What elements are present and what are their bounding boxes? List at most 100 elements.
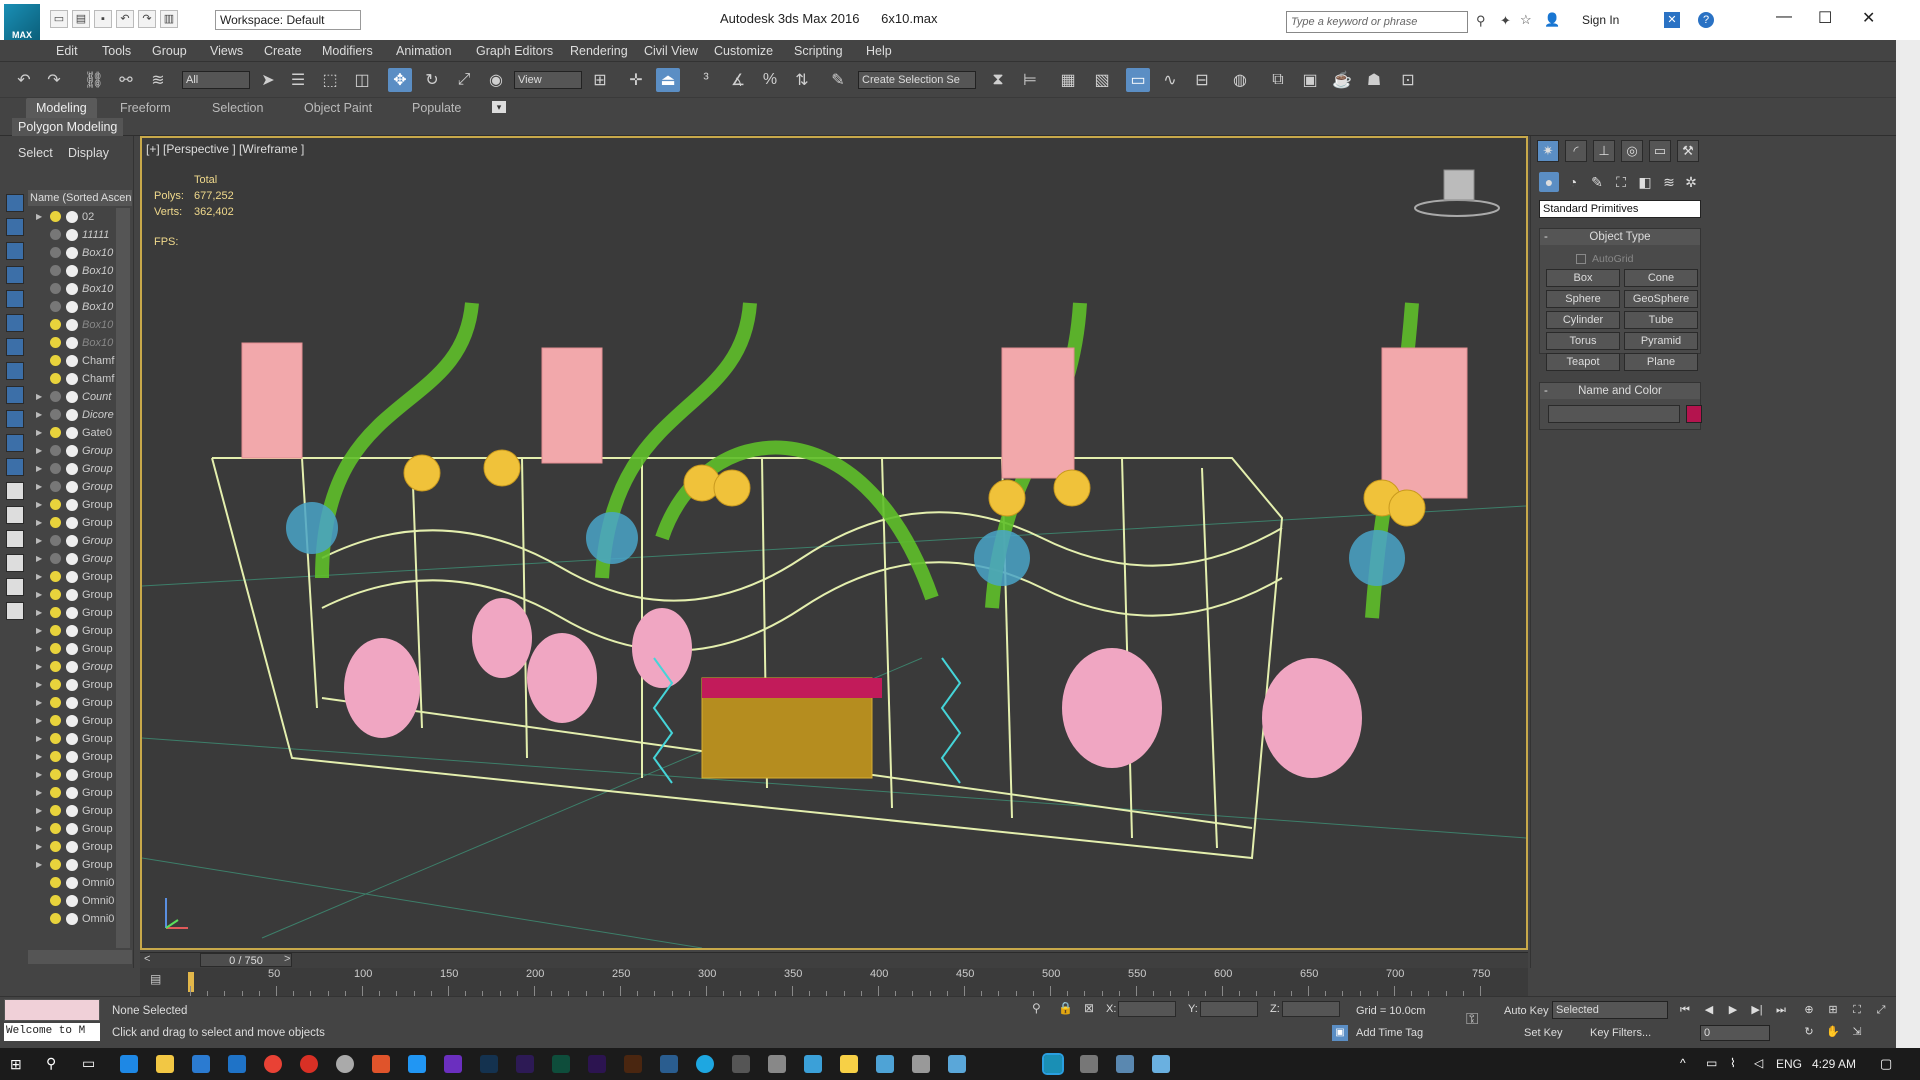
visibility-bulb-icon[interactable] xyxy=(50,553,61,564)
save-icon[interactable]: ▪ xyxy=(94,10,112,28)
expand-arrow-icon[interactable]: ▶ xyxy=(36,478,42,496)
window-crossing-icon[interactable]: ◫ xyxy=(350,68,374,92)
redo-icon[interactable]: ↷ xyxy=(138,10,156,28)
visibility-bulb-icon[interactable] xyxy=(50,247,61,258)
filter-cameras-icon[interactable] xyxy=(6,266,24,284)
scene-list-item[interactable]: ▶ Group xyxy=(28,730,116,748)
select-by-name-icon[interactable]: ☰ xyxy=(286,68,310,92)
brave-icon[interactable] xyxy=(372,1055,390,1073)
visibility-bulb-icon[interactable] xyxy=(50,355,61,366)
object-type-title[interactable]: - Object Type xyxy=(1540,229,1700,245)
layer-explorer-icon[interactable]: ▦ xyxy=(1056,68,1080,92)
visibility-bulb-icon[interactable] xyxy=(50,715,61,726)
close-icon[interactable]: ✕ xyxy=(1862,8,1875,28)
pivot-center-icon[interactable]: ⊞ xyxy=(588,68,612,92)
snap-toggle-icon[interactable]: ³ xyxy=(694,68,718,92)
scene-list-item[interactable]: ▶ Group xyxy=(28,622,116,640)
tab-selection[interactable]: Selection xyxy=(202,98,273,118)
expand-arrow-icon[interactable]: ▶ xyxy=(36,406,42,424)
scene-list-item[interactable]: ▶ Group xyxy=(28,496,116,514)
filter-bones-icon[interactable] xyxy=(6,386,24,404)
helpers-icon[interactable]: ◧ xyxy=(1635,172,1655,192)
key-mode-dropdown[interactable]: Selected xyxy=(1552,1001,1668,1019)
scene-list-item[interactable]: ▶ Group xyxy=(28,442,116,460)
pan-icon[interactable]: ✋ xyxy=(1824,1025,1842,1039)
filter-geometry-icon[interactable] xyxy=(6,194,24,212)
scene-list-item[interactable]: ▶ Dicore xyxy=(28,406,116,424)
named-selection-dropdown[interactable]: Create Selection Se xyxy=(858,71,976,89)
scene-list-item[interactable]: ▶ Group xyxy=(28,550,116,568)
create-tab-icon[interactable]: ✷ xyxy=(1537,140,1559,162)
expand-arrow-icon[interactable]: ▶ xyxy=(36,460,42,478)
expand-arrow-icon[interactable]: ▶ xyxy=(36,766,42,784)
hierarchy-icon[interactable] xyxy=(6,602,24,620)
expand-arrow-icon[interactable]: ▶ xyxy=(36,694,42,712)
tab-freeform[interactable]: Freeform xyxy=(110,98,181,118)
scene-list-item[interactable]: Chamf xyxy=(28,352,116,370)
visibility-bulb-icon[interactable] xyxy=(50,751,61,762)
scene-list-item[interactable]: ▶ Group xyxy=(28,802,116,820)
visibility-bulb-icon[interactable] xyxy=(50,265,61,276)
ribbon-options-icon[interactable]: ▾ xyxy=(492,101,506,113)
expand-arrow-icon[interactable]: ▶ xyxy=(36,640,42,658)
filter-funnel-icon[interactable] xyxy=(6,554,24,572)
expand-arrow-icon[interactable]: ▶ xyxy=(36,604,42,622)
visibility-bulb-icon[interactable] xyxy=(50,589,61,600)
app-icon-4[interactable] xyxy=(732,1055,750,1073)
clock[interactable]: 4:29 AM xyxy=(1812,1057,1856,1071)
next-frame-icon[interactable]: ▶| xyxy=(1748,1003,1766,1017)
expand-arrow-icon[interactable]: ▶ xyxy=(36,424,42,442)
store-icon[interactable] xyxy=(192,1055,210,1073)
chrome-icon[interactable] xyxy=(264,1055,282,1073)
track-bar[interactable]: ▤ 50 100 150 200 250 300 350 400 450 500 550 600 650… xyxy=(140,968,1528,996)
menu-views[interactable]: Views xyxy=(210,44,243,58)
expand-arrow-icon[interactable]: ▶ xyxy=(36,676,42,694)
undo-icon[interactable]: ↶ xyxy=(116,10,134,28)
visibility-bulb-icon[interactable] xyxy=(50,607,61,618)
tube-button[interactable]: Tube xyxy=(1624,311,1698,329)
visibility-bulb-icon[interactable] xyxy=(50,841,61,852)
menu-edit[interactable]: Edit xyxy=(56,44,78,58)
scene-list-item[interactable]: ▶ Group xyxy=(28,460,116,478)
app-icon-7[interactable] xyxy=(876,1055,894,1073)
filter-shapes-icon[interactable] xyxy=(6,218,24,236)
select-scale-icon[interactable]: ⤢ xyxy=(452,68,476,92)
browser-icon[interactable] xyxy=(336,1055,354,1073)
primitive-type-dropdown[interactable]: Standard Primitives xyxy=(1539,200,1701,218)
volume-icon[interactable]: ◁ xyxy=(1754,1056,1763,1070)
visibility-bulb-icon[interactable] xyxy=(50,913,61,924)
isolate-selection-icon[interactable]: ⚲ xyxy=(1032,1001,1041,1015)
layer-manager-icon[interactable]: ▧ xyxy=(1090,68,1114,92)
visibility-bulb-icon[interactable] xyxy=(50,895,61,906)
previous-frame-icon[interactable]: ◀ xyxy=(1700,1003,1718,1017)
subscription-icon[interactable]: ✦ xyxy=(1500,13,1511,29)
render-setup-icon[interactable]: ⧉ xyxy=(1266,68,1290,92)
visibility-bulb-icon[interactable] xyxy=(50,409,61,420)
ribbon-toggle-icon[interactable]: ▭ xyxy=(1126,68,1150,92)
menu-rendering[interactable]: Rendering xyxy=(570,44,628,58)
expand-arrow-icon[interactable]: ▶ xyxy=(36,586,42,604)
ref-coord-dropdown[interactable]: View xyxy=(514,71,582,89)
scene-list-item[interactable]: Box10 xyxy=(28,316,116,334)
select-rotate-icon[interactable]: ↻ xyxy=(420,68,444,92)
visual-studio-icon[interactable] xyxy=(444,1055,462,1073)
menu-modifiers[interactable]: Modifiers xyxy=(322,44,373,58)
rendered-frame-icon[interactable]: ▣ xyxy=(1298,68,1322,92)
visibility-bulb-icon[interactable] xyxy=(50,661,61,672)
scene-horizontal-scrollbar[interactable] xyxy=(28,950,132,964)
spinner-snap-icon[interactable]: ⇅ xyxy=(790,68,814,92)
scene-list-item[interactable]: Box10 xyxy=(28,244,116,262)
expand-arrow-icon[interactable]: ▶ xyxy=(36,532,42,550)
visibility-bulb-icon[interactable] xyxy=(50,319,61,330)
scene-list-item[interactable]: ▶ Group xyxy=(28,784,116,802)
display-all-icon[interactable] xyxy=(6,482,24,500)
visibility-bulb-icon[interactable] xyxy=(50,571,61,582)
display-invert-icon[interactable] xyxy=(6,530,24,548)
expand-arrow-icon[interactable]: ▶ xyxy=(36,496,42,514)
unlink-icon[interactable]: ⚯ xyxy=(114,68,138,92)
scene-list-item[interactable]: ▶ Group xyxy=(28,694,116,712)
visibility-bulb-icon[interactable] xyxy=(50,535,61,546)
menu-animation[interactable]: Animation xyxy=(396,44,452,58)
scene-list-item[interactable]: Omni0 xyxy=(28,874,116,892)
help-icon[interactable]: ? xyxy=(1698,12,1714,28)
